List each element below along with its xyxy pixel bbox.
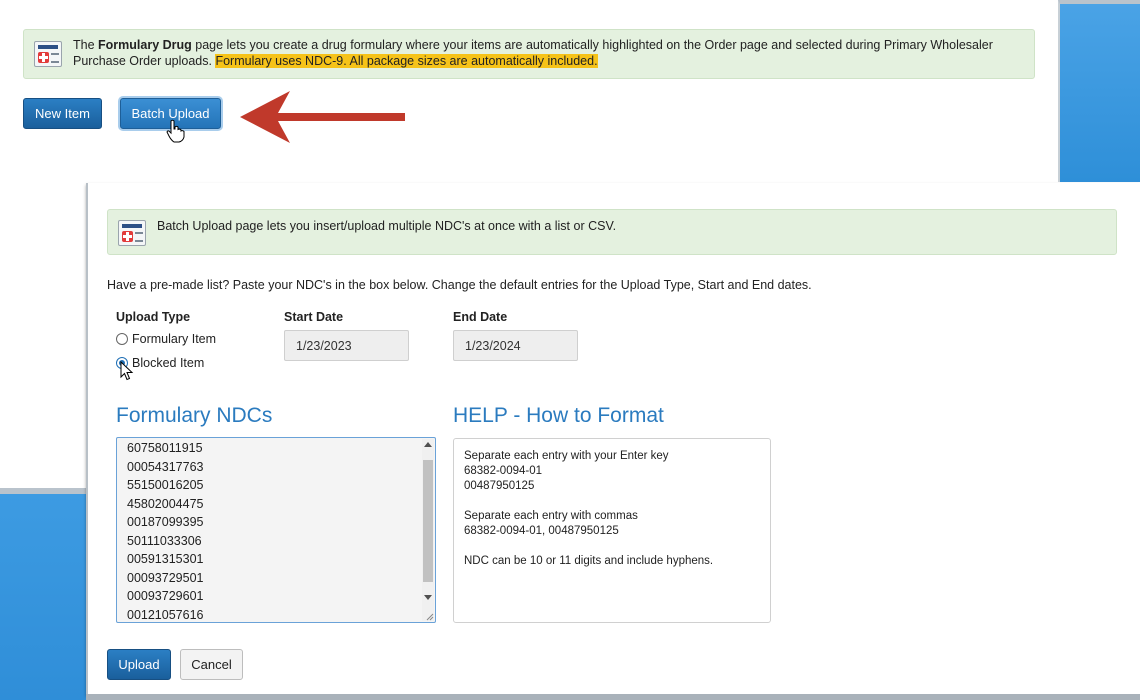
formulary-info-banner: The Formulary Drug page lets you create … xyxy=(23,29,1035,79)
banner-bold-title: Formulary Drug xyxy=(98,38,192,52)
ndc-line: 50111033306 xyxy=(127,533,202,548)
ndc-scroll-thumb[interactable] xyxy=(423,460,433,582)
formulary-icon xyxy=(34,41,62,67)
arrow-cursor-icon xyxy=(120,361,134,381)
ndc-line: 00093729501 xyxy=(127,570,204,585)
upload-type-label: Upload Type xyxy=(116,310,191,324)
start-date-input[interactable]: 1/23/2023 xyxy=(284,330,409,361)
formulary-ndcs-title: Formulary NDCs xyxy=(116,404,273,427)
batch-description: Have a pre-made list? Paste your NDC's i… xyxy=(107,278,812,292)
ndc-line: 00187099395 xyxy=(127,515,204,529)
ndc-line: 00591315301 xyxy=(127,552,204,566)
end-date-input[interactable]: 1/23/2024 xyxy=(453,330,578,361)
radio-formulary-item-circle[interactable] xyxy=(116,333,128,345)
decorative-blue-panel-right xyxy=(1058,0,1140,182)
ndc-line: 45802004475 xyxy=(127,496,204,511)
resize-handle-icon[interactable] xyxy=(425,612,434,621)
ndc-line: 00121057616 xyxy=(127,607,204,622)
upload-button[interactable]: Upload xyxy=(107,649,171,680)
ndc-textarea[interactable]: 60758011915 00054317763 55150016205 4580… xyxy=(116,437,436,623)
scroll-up-icon[interactable] xyxy=(424,442,432,447)
batch-upload-icon xyxy=(118,220,146,246)
scroll-down-icon[interactable] xyxy=(424,595,432,600)
decorative-blue-panel-left xyxy=(0,488,86,700)
radio-formulary-item[interactable]: Formulary Item xyxy=(116,332,216,346)
new-item-button[interactable]: New Item xyxy=(23,98,102,129)
cancel-button[interactable]: Cancel xyxy=(180,649,243,680)
banner-highlight: Formulary uses NDC-9. All package sizes … xyxy=(215,54,598,68)
ndc-line: 00054317763 xyxy=(127,459,204,474)
red-arrow-icon xyxy=(240,91,405,143)
help-box: Separate each entry with your Enter key … xyxy=(453,438,771,623)
ndc-line: 00093729601 xyxy=(127,589,204,603)
batch-upload-info-banner: Batch Upload page lets you insert/upload… xyxy=(107,209,1117,255)
help-title: HELP - How to Format xyxy=(453,404,664,427)
ndc-line: 60758011915 xyxy=(127,441,203,455)
ndc-list: 60758011915 00054317763 55150016205 4580… xyxy=(127,439,204,622)
hand-cursor-icon xyxy=(166,119,185,143)
end-date-label: End Date xyxy=(453,310,508,324)
start-date-label: Start Date xyxy=(284,310,344,324)
ndc-line: 55150016205 xyxy=(127,478,204,492)
panel-bottom-edge xyxy=(86,694,1140,700)
